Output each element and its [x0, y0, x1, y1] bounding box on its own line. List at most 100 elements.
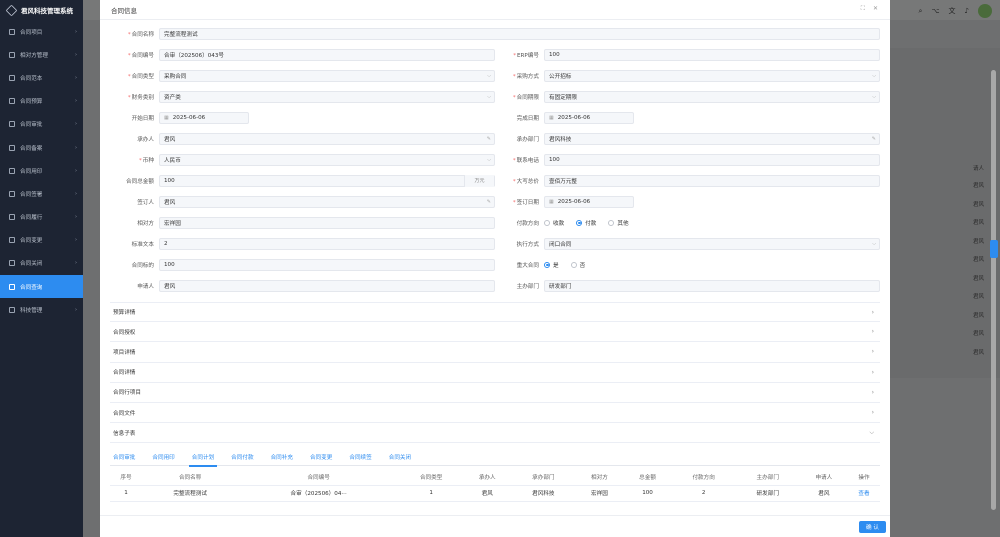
label-erp-no: *ERP编号 [513, 52, 539, 59]
purchase-method-select[interactable]: 公开招标 ⌵ [544, 69, 880, 82]
sidebar-item[interactable]: 合同范本 › [0, 66, 83, 89]
collapse-item[interactable]: 合同详情 › [110, 363, 880, 383]
erp-no-input[interactable]: 100 [544, 48, 880, 61]
sidebar-item[interactable]: 合同履行 › [0, 206, 83, 229]
chevron-right-icon: › [75, 51, 77, 58]
table-cell: 君风 [463, 485, 512, 502]
handler-input[interactable]: 君风 ✎ [159, 132, 495, 145]
menu-icon [9, 98, 15, 105]
collapse-item[interactable]: 预算详情 › [110, 302, 880, 323]
chevron-right-icon: › [75, 237, 77, 244]
tab-item[interactable]: 合同付款 [228, 449, 256, 466]
tab-item[interactable]: 合同审批 [110, 449, 138, 466]
sidebar-item[interactable]: 相对方管理 › [0, 43, 83, 66]
finance-cat-select[interactable]: 资产类 ⌵ [159, 90, 495, 103]
finish-date-picker[interactable]: ▦ 2025-06-06 [544, 111, 634, 124]
plan-table: 序号 合同名称 合同编号 合同类型 承办人 承办部门 相对方 总金额 付款方向 主办部门 申请人 操作… [110, 469, 880, 502]
label-counterparty: 相对方 [137, 220, 154, 227]
fullscreen-icon[interactable]: ⛶ [861, 5, 865, 13]
bg-cell: 君风 [973, 294, 985, 301]
radio-receive[interactable]: 收款 [544, 219, 564, 227]
radio-major-yes[interactable]: 是 [544, 261, 559, 269]
sidebar-item[interactable]: 合同项目 › [0, 20, 83, 43]
sidebar-item-label: 科技管理 [20, 307, 43, 314]
label-amount-upper: *大写总价 [512, 178, 539, 185]
collapse-item[interactable]: 合同文件 › [110, 403, 880, 424]
sign-date-picker[interactable]: ▦ 2025-06-06 [544, 195, 634, 208]
sidebar-item[interactable]: 合同变更 › [0, 229, 83, 252]
applicant-input[interactable]: 君风 [159, 279, 495, 292]
label-std-text: 标准文本 [131, 241, 154, 248]
radio-major-no[interactable]: 否 [570, 261, 585, 269]
collapse-item[interactable]: 信息子表 ⌵ [110, 423, 880, 444]
label-contract-name: *合同名称 [127, 31, 154, 38]
sidebar-item-label: 相对方管理 [20, 52, 48, 59]
sidebar-item[interactable]: 合同查询 [0, 275, 83, 299]
sidebar-item-label: 合同预算 [20, 99, 43, 106]
table-cell: 合审（202506）04··· [238, 485, 400, 502]
contract-period-select[interactable]: 有固定期限 ⌵ [544, 90, 880, 103]
search-icon[interactable]: ⌕ [919, 7, 923, 16]
std-text-input[interactable]: 2 [159, 237, 495, 250]
contract-name-input[interactable]: 完整流程测试 [159, 27, 880, 40]
main-dept-input[interactable]: 研发部门 [544, 279, 880, 292]
menu-icon [9, 283, 15, 290]
chevron-down-icon: ⌵ [869, 428, 874, 436]
sidebar-item[interactable]: 合同备案 › [0, 136, 83, 159]
code-icon[interactable]: ⌥ [931, 7, 939, 15]
tab-item[interactable]: 合同续签 [346, 449, 374, 466]
tab-item[interactable]: 合同变更 [307, 449, 335, 466]
chevron-right-icon: › [871, 368, 874, 376]
view-link[interactable]: 查看 [847, 485, 880, 502]
chevron-right-icon: › [871, 388, 874, 396]
sidebar-item[interactable]: 合同用印 › [0, 159, 83, 182]
avatar[interactable] [978, 4, 992, 18]
counterparty-input[interactable]: 宏祥园 [159, 216, 495, 229]
collapse-item[interactable]: 合同授权 › [110, 322, 880, 343]
total-amount-input[interactable]: 100 万元 [159, 174, 495, 187]
chevron-down-icon: ⌵ [872, 72, 876, 79]
start-date-picker[interactable]: ▦ 2025-06-06 [159, 111, 249, 124]
page-scrollbar[interactable] [991, 70, 996, 510]
confirm-button[interactable]: 确 认 [859, 521, 886, 533]
sidebar-item-label: 合同范本 [20, 75, 43, 82]
collapse-item[interactable]: 项目详情 › [110, 342, 880, 363]
exec-method-select[interactable]: 闭口合同 ⌵ [544, 237, 880, 250]
currency-select[interactable]: 人民币 ⌵ [159, 153, 495, 166]
phone-input[interactable]: 100 [544, 153, 880, 166]
sidebar-item[interactable]: 合同关闭 › [0, 252, 83, 275]
close-icon[interactable]: ✕ [873, 5, 878, 13]
sidebar-item-label: 合同关闭 [20, 261, 43, 268]
sidebar-item[interactable]: 合同签署 › [0, 182, 83, 205]
sidebar-item[interactable]: 合同审批 › [0, 113, 83, 136]
chevron-right-icon: › [75, 190, 77, 197]
table-cell: 君风科技 [511, 485, 576, 502]
tab-item[interactable]: 合同计划 [188, 449, 218, 467]
table-cell: 完整流程测试 [142, 485, 239, 502]
sidebar-item[interactable]: 合同预算 › [0, 90, 83, 113]
collapse-title: 合同详情 [113, 370, 136, 377]
tab-item[interactable]: 合同关闭 [386, 449, 414, 466]
signer-input[interactable]: 君风 ✎ [159, 195, 495, 208]
tab-item[interactable]: 合同用印 [149, 449, 177, 466]
tab-item[interactable]: 合同补充 [268, 449, 296, 466]
radio-other[interactable]: 其他 [608, 219, 629, 227]
amount-upper-input[interactable]: 壹佰万元整 [544, 174, 880, 187]
bg-col-header: 请人 [973, 166, 985, 172]
calendar-icon: ▦ [549, 114, 554, 121]
edit-icon[interactable]: ✎ [872, 136, 876, 142]
edit-icon[interactable]: ✎ [487, 199, 491, 205]
radio-pay[interactable]: 付款 [576, 219, 596, 227]
handler-dept-input[interactable]: 君风科技 ✎ [544, 132, 880, 145]
collapse-item[interactable]: 合同行项目 › [110, 383, 880, 403]
bell-icon[interactable]: ♪ [965, 7, 969, 15]
subject-input[interactable]: 100 [159, 258, 495, 271]
side-tab-button[interactable] [990, 240, 998, 258]
sidebar-item[interactable]: 科技管理 › [0, 298, 83, 321]
bg-cell: 君风 [973, 349, 985, 356]
translate-icon[interactable]: 文 [949, 6, 956, 16]
contract-no-input[interactable]: 合审（202506）043号 [159, 48, 495, 61]
edit-icon[interactable]: ✎ [487, 136, 491, 142]
contract-type-select[interactable]: 采购合同 ⌵ [159, 69, 495, 82]
chevron-down-icon: ⌵ [487, 72, 491, 79]
